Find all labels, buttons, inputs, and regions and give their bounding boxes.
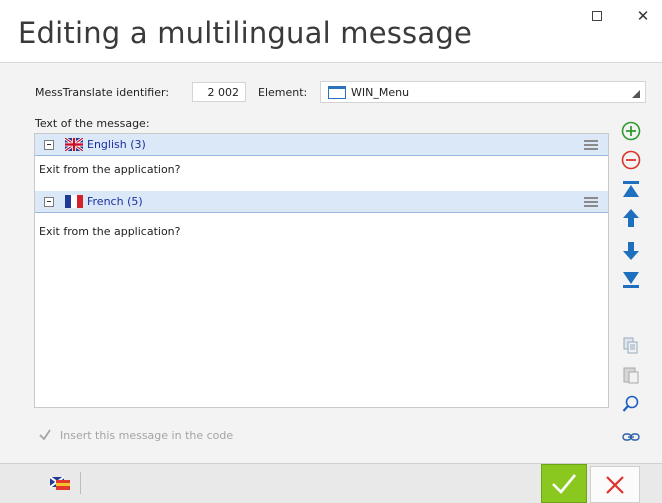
move-bottom-icon [623, 272, 639, 288]
insert-in-code-label: Insert this message in the code [60, 428, 234, 442]
add-language-button[interactable] [618, 118, 644, 144]
paste-icon [623, 367, 639, 384]
remove-language-button[interactable] [618, 147, 644, 173]
move-down-icon [623, 242, 639, 260]
check-icon [552, 473, 577, 494]
cross-icon [606, 475, 624, 494]
paste-button[interactable] [618, 362, 644, 388]
message-text-label: Text of the message: [35, 117, 150, 130]
message-list: English (3) Exit from the application? F… [34, 133, 609, 408]
move-top-icon [623, 181, 639, 197]
france-flag-icon [65, 195, 83, 208]
copy-button[interactable] [618, 333, 644, 359]
language-header-french[interactable]: French (5) [35, 191, 608, 213]
identifier-field[interactable]: 2 002 [192, 82, 246, 102]
search-button[interactable] [618, 391, 644, 417]
title-bar: Editing a multilingual message ✕ [0, 0, 662, 62]
copy-icon [623, 337, 638, 354]
move-up-button[interactable] [618, 205, 644, 231]
message-text[interactable]: Exit from the application? [39, 225, 181, 238]
message-text[interactable]: Exit from the application? [39, 163, 181, 176]
link-icon [622, 433, 640, 441]
cancel-button[interactable] [590, 466, 640, 503]
ok-button[interactable] [541, 464, 587, 503]
add-language-icon [621, 121, 641, 141]
move-bottom-button[interactable] [618, 267, 644, 293]
language-header-english[interactable]: English (3) [35, 134, 608, 156]
language-name: French (5) [87, 195, 143, 208]
close-icon: ✕ [636, 7, 650, 25]
element-value: WIN_Menu [351, 86, 410, 99]
menu-icon[interactable] [584, 197, 598, 207]
collapse-icon[interactable] [44, 140, 54, 150]
identifier-label: MessTranslate identifier: [35, 86, 170, 99]
collapse-icon[interactable] [44, 197, 54, 207]
checkmark-icon[interactable] [38, 428, 52, 442]
menu-icon[interactable] [584, 140, 598, 150]
uk-flag-icon [65, 138, 83, 151]
element-label: Element: [258, 86, 308, 99]
search-icon [622, 395, 639, 412]
move-up-icon [623, 209, 639, 227]
window-title: Editing a multilingual message [18, 16, 472, 50]
maximize-icon [592, 11, 602, 21]
close-button[interactable]: ✕ [626, 4, 660, 28]
insert-in-code-option[interactable]: Insert this message in the code [38, 428, 233, 442]
link-button[interactable] [618, 424, 644, 450]
language-flags-icon[interactable] [50, 474, 70, 490]
language-name: English (3) [87, 138, 146, 151]
maximize-button[interactable] [580, 4, 614, 28]
move-down-button[interactable] [618, 238, 644, 264]
remove-language-icon [621, 150, 641, 170]
dropdown-arrow-icon[interactable] [632, 90, 640, 98]
window-icon [328, 86, 346, 99]
element-combo[interactable]: WIN_Menu [320, 81, 646, 103]
move-top-button[interactable] [618, 176, 644, 202]
status-divider [80, 472, 81, 494]
